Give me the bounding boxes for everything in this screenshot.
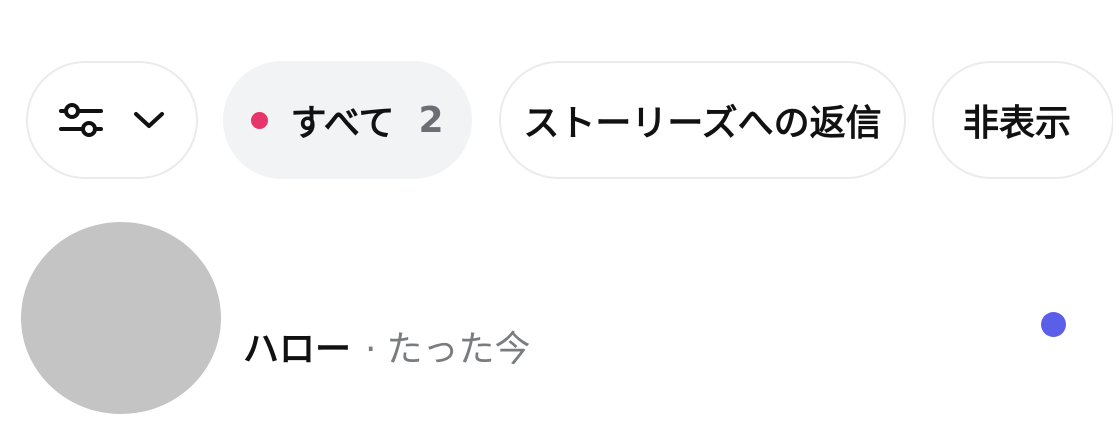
- unread-indicator-dot: [1041, 312, 1066, 337]
- sender-name: ハロー: [243, 329, 352, 370]
- filter-chip-hidden[interactable]: 非表示: [932, 61, 1113, 179]
- filter-chip-all-label: すべて: [290, 103, 395, 144]
- avatar[interactable]: [21, 222, 221, 414]
- message-row[interactable]: ハロー · たった今: [0, 200, 1113, 433]
- active-indicator-dot: [251, 111, 269, 129]
- filter-options-button[interactable]: [26, 61, 198, 179]
- filter-chip-all[interactable]: すべて 2: [223, 61, 472, 179]
- message-meta: ハロー · たった今: [243, 328, 530, 372]
- chevron-down-icon: [133, 110, 165, 130]
- sliders-icon: [59, 102, 103, 138]
- message-timestamp: たった今: [386, 329, 531, 370]
- filter-chip-hidden-label: 非表示: [962, 103, 1071, 144]
- filter-chip-all-count: 2: [418, 99, 444, 141]
- filter-chip-row: すべて 2 ストーリーズへの返信 非表示: [0, 0, 1113, 200]
- filter-chip-story-replies[interactable]: ストーリーズへの返信: [499, 61, 906, 179]
- filter-chip-story-replies-label: ストーリーズへの返信: [523, 103, 882, 144]
- meta-separator: ·: [365, 329, 377, 370]
